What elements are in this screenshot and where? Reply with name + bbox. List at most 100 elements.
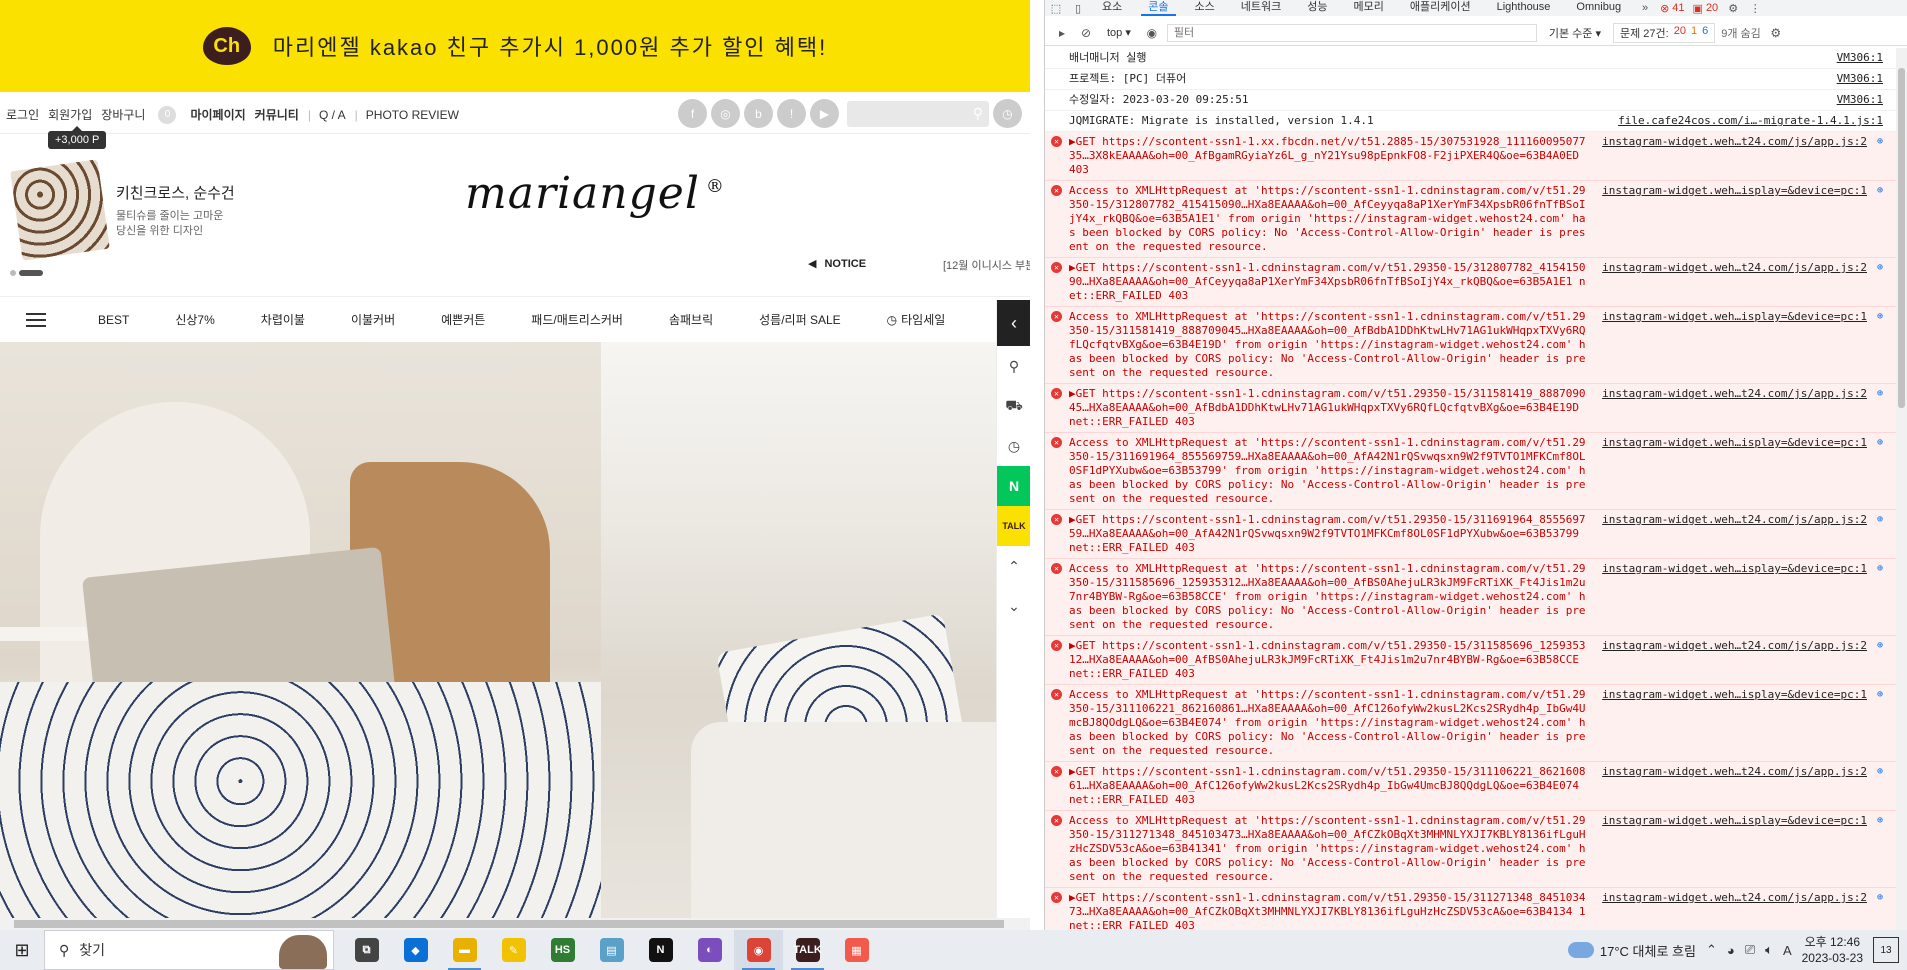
- tab-omnibug[interactable]: Omnibug: [1563, 0, 1634, 16]
- taskbar-app-notepad[interactable]: ▤: [587, 930, 636, 970]
- settings-icon[interactable]: ⚙: [1722, 2, 1744, 15]
- console-error-row[interactable]: ▶GET https://scontent-ssn1-1.cdninstagra…: [1045, 384, 1897, 433]
- scrollbar-thumb[interactable]: [1898, 68, 1905, 408]
- console-log-list[interactable]: 배너매니저 실행 VM306:1 프로젝트: [PC] 더퓨어 VM306:1 수정일자…: [1045, 48, 1897, 930]
- console-source-link[interactable]: instagram-widget.weh…isplay=&device=pc:1: [1596, 814, 1867, 828]
- taskbar-app-file-explorer[interactable]: ▬: [440, 930, 489, 970]
- console-source-link[interactable]: instagram-widget.weh…t24.com/js/app.js:2: [1596, 387, 1867, 401]
- ime-indicator[interactable]: A: [1783, 943, 1792, 958]
- tab-memory[interactable]: 메모리: [1340, 0, 1396, 16]
- network-request-icon[interactable]: ⊕: [1877, 310, 1883, 324]
- nav-item-curtain[interactable]: 예쁜커튼: [441, 311, 485, 328]
- console-source-link[interactable]: instagram-widget.weh…t24.com/js/app.js:2: [1596, 513, 1867, 527]
- console-log-row[interactable]: JQMIGRATE: Migrate is installed, version…: [1045, 111, 1897, 132]
- network-icon[interactable]: ⎚: [1745, 942, 1755, 958]
- youtube-icon[interactable]: ▶: [810, 99, 839, 128]
- tab-performance[interactable]: 성능: [1294, 0, 1340, 16]
- console-error-row[interactable]: ▶GET https://scontent-ssn1-1.cdninstagra…: [1045, 888, 1897, 930]
- console-source-link[interactable]: instagram-widget.weh…isplay=&device=pc:1: [1596, 184, 1867, 198]
- context-select[interactable]: top ▾: [1101, 26, 1137, 39]
- console-error-row[interactable]: Access to XMLHttpRequest at 'https://sco…: [1045, 181, 1897, 258]
- network-request-icon[interactable]: ⊕: [1877, 891, 1883, 905]
- taskbar-app-other-app[interactable]: ▦: [832, 930, 881, 970]
- taskbar-app-paint[interactable]: ◐: [685, 930, 734, 970]
- network-request-icon[interactable]: ⊕: [1877, 436, 1883, 450]
- console-source-link[interactable]: instagram-widget.weh…t24.com/js/app.js:2: [1596, 891, 1867, 905]
- console-scrollbar[interactable]: [1896, 48, 1907, 930]
- taskbar-app-task-view[interactable]: ⧉: [342, 930, 391, 970]
- network-request-icon[interactable]: ⊕: [1877, 688, 1883, 702]
- live-expression-icon[interactable]: ◉: [1143, 26, 1161, 40]
- console-error-row[interactable]: Access to XMLHttpRequest at 'https://sco…: [1045, 307, 1897, 384]
- photo-review-link[interactable]: PHOTO REVIEW: [366, 108, 468, 122]
- blog-icon[interactable]: b: [744, 99, 773, 128]
- facebook-icon[interactable]: f: [678, 99, 707, 128]
- tab-lighthouse[interactable]: Lighthouse: [1484, 0, 1564, 16]
- horizontal-scrollbar[interactable]: [0, 918, 1030, 930]
- network-request-icon[interactable]: ⊕: [1877, 184, 1883, 198]
- qa-link[interactable]: Q / A: [319, 108, 355, 122]
- pagination-dot-active[interactable]: [19, 270, 43, 276]
- network-request-icon[interactable]: ⊕: [1877, 562, 1883, 576]
- console-source-link[interactable]: file.cafe24cos.com/i…-migrate-1.4.1.js:1: [1612, 114, 1883, 128]
- naver-icon[interactable]: N: [997, 466, 1030, 506]
- taskbar-app-kakaotalk[interactable]: TALK: [783, 930, 832, 970]
- notice-label[interactable]: ◀ NOTICE: [808, 257, 866, 271]
- recent-view-icon[interactable]: ◷: [997, 426, 1030, 466]
- clock[interactable]: 오후 12:46 2023-03-23: [1802, 934, 1863, 966]
- hero-image[interactable]: [0, 342, 996, 930]
- cart-icon[interactable]: ⛟: [997, 386, 1030, 426]
- console-log-row[interactable]: 프로젝트: [PC] 더퓨어 VM306:1: [1045, 69, 1897, 90]
- nav-item-new[interactable]: 신상7%: [175, 311, 214, 328]
- nav-item-duvet-cover[interactable]: 이불커버: [351, 311, 395, 328]
- cart-link[interactable]: 장바구니: [101, 106, 154, 123]
- nav-item-timesale[interactable]: 타임세일: [887, 311, 945, 328]
- console-source-link[interactable]: VM306:1: [1831, 93, 1883, 107]
- collapse-panel-icon[interactable]: ‹: [997, 300, 1030, 346]
- inspect-icon[interactable]: ⬚: [1045, 2, 1067, 15]
- taskbar-app-hs-app[interactable]: HS: [538, 930, 587, 970]
- console-error-row[interactable]: ▶GET https://scontent-ssn1-1.cdninstagra…: [1045, 636, 1897, 685]
- more-options-icon[interactable]: ⋮: [1744, 2, 1766, 15]
- tab-console[interactable]: 콘솔: [1135, 0, 1181, 16]
- search-icon[interactable]: ⚲: [997, 346, 1030, 386]
- taskbar-search[interactable]: ⚲ 찾기: [44, 930, 334, 970]
- network-request-icon[interactable]: ⊕: [1877, 135, 1883, 149]
- security-icon[interactable]: ◕: [1727, 943, 1735, 958]
- scrollbar-thumb[interactable]: [14, 920, 1004, 928]
- console-source-link[interactable]: instagram-widget.weh…t24.com/js/app.js:2: [1596, 639, 1867, 653]
- sidebar-toggle-icon[interactable]: ▸: [1053, 26, 1071, 40]
- network-request-icon[interactable]: ⊕: [1877, 814, 1883, 828]
- warning-count-badge[interactable]: ▣ 20: [1689, 2, 1723, 15]
- console-source-link[interactable]: VM306:1: [1831, 72, 1883, 86]
- console-source-link[interactable]: instagram-widget.weh…t24.com/js/app.js:2: [1596, 135, 1867, 149]
- issues-button[interactable]: 문제 27건: 20 1 6: [1613, 22, 1716, 43]
- console-source-link[interactable]: instagram-widget.weh…isplay=&device=pc:1: [1596, 310, 1867, 324]
- console-error-row[interactable]: ▶GET https://scontent-ssn1-1.cdninstagra…: [1045, 258, 1897, 307]
- network-request-icon[interactable]: ⊕: [1877, 513, 1883, 527]
- error-count-badge[interactable]: ⊗ 41: [1656, 2, 1688, 15]
- nav-item-fabric[interactable]: 솜패브릭: [669, 311, 713, 328]
- nav-item-best[interactable]: BEST: [98, 313, 129, 327]
- scroll-up-icon[interactable]: ⌃: [997, 546, 1030, 586]
- chevron-up-icon[interactable]: ⌃: [1706, 942, 1717, 958]
- promo-block[interactable]: 키친크로스, 순수건 물티슈를 줄이는 고마운 당신을 위한 디자인: [10, 159, 235, 261]
- console-error-row[interactable]: ▶GET https://scontent-ssn1-1.cdninstagra…: [1045, 762, 1897, 811]
- menu-icon[interactable]: [26, 312, 46, 327]
- volume-icon[interactable]: 🔈︎: [1765, 942, 1773, 958]
- console-error-row[interactable]: Access to XMLHttpRequest at 'https://sco…: [1045, 811, 1897, 888]
- console-error-row[interactable]: Access to XMLHttpRequest at 'https://sco…: [1045, 433, 1897, 510]
- weather-widget[interactable]: 17°C 대체로 흐림: [1567, 941, 1696, 960]
- console-settings-icon[interactable]: ⚙: [1767, 26, 1785, 40]
- nav-item-pad[interactable]: 패드/매트리스커버: [531, 311, 623, 328]
- tab-network[interactable]: 네트워크: [1228, 0, 1294, 16]
- taskbar-app-chrome[interactable]: ◉: [734, 930, 783, 970]
- nav-item-comforter[interactable]: 차렵이불: [261, 311, 305, 328]
- console-source-link[interactable]: instagram-widget.weh…isplay=&device=pc:1: [1596, 436, 1867, 450]
- network-request-icon[interactable]: ⊕: [1877, 639, 1883, 653]
- console-error-row[interactable]: ▶GET https://scontent-ssn1-1.cdninstagra…: [1045, 510, 1897, 559]
- kakao-banner[interactable]: Ch 마리엔젤 kakao 친구 추가시 1,000원 추가 할인 혜택!: [0, 0, 1030, 92]
- network-request-icon[interactable]: ⊕: [1877, 765, 1883, 779]
- mypage-link[interactable]: 마이페이지: [190, 106, 254, 123]
- more-tabs-icon[interactable]: »: [1634, 2, 1656, 14]
